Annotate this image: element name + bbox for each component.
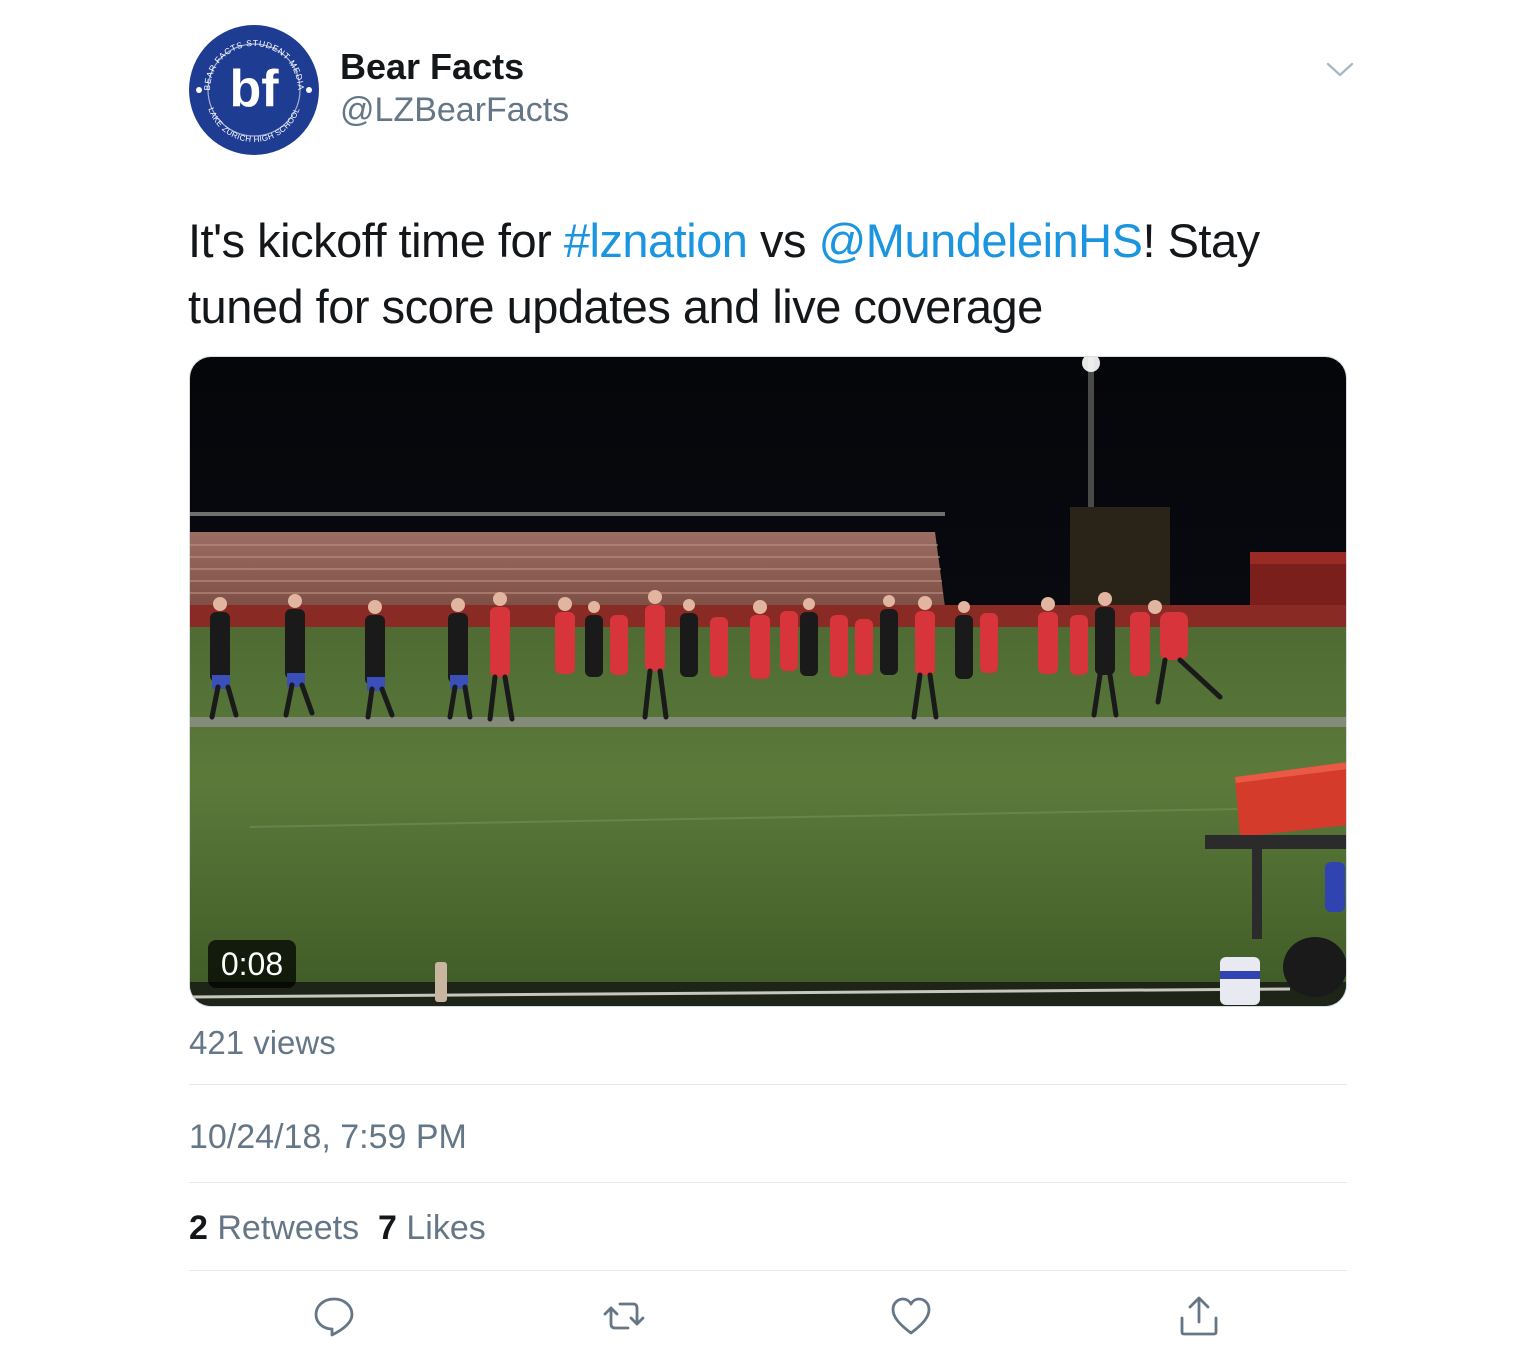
engagement-stats: 2 Retweets 7 Likes bbox=[189, 1207, 486, 1249]
avatar-monogram: bf bbox=[229, 60, 279, 118]
display-name[interactable]: Bear Facts bbox=[340, 46, 524, 88]
view-count: 421 views bbox=[189, 1024, 336, 1061]
hashtag-link[interactable]: #lznation bbox=[564, 214, 748, 267]
avatar[interactable]: BEAR FACTS STUDENT MEDIA LAKE ZURICH HIG… bbox=[188, 24, 320, 156]
tweet-timestamp[interactable]: 10/24/18, 7:59 PM bbox=[189, 1116, 467, 1158]
mention-link[interactable]: @MundeleinHS bbox=[819, 214, 1143, 267]
user-handle[interactable]: @LZBearFacts bbox=[340, 90, 569, 130]
likes-stat[interactable]: 7 Likes bbox=[378, 1209, 486, 1247]
reply-icon[interactable] bbox=[312, 1294, 356, 1338]
video-thumbnail bbox=[190, 357, 1346, 1006]
tweet-text: It's kickoff time for #lznation vs @Mund… bbox=[188, 208, 1348, 340]
likes-count: 7 bbox=[378, 1209, 397, 1247]
divider bbox=[189, 1182, 1347, 1183]
video-duration-badge: 0:08 bbox=[208, 940, 296, 988]
retweets-label: Retweets bbox=[217, 1209, 360, 1247]
likes-label: Likes bbox=[406, 1209, 486, 1247]
retweets-count: 2 bbox=[189, 1209, 208, 1247]
retweets-stat[interactable]: 2 Retweets bbox=[189, 1209, 359, 1247]
like-icon[interactable] bbox=[889, 1294, 933, 1338]
tweet-text-part: It's kickoff time for bbox=[188, 214, 564, 267]
tweet-text-part: vs bbox=[747, 214, 819, 267]
video-player[interactable] bbox=[189, 356, 1347, 1007]
chevron-down-icon[interactable] bbox=[1322, 54, 1358, 84]
divider bbox=[189, 1270, 1347, 1271]
divider bbox=[189, 1084, 1347, 1085]
share-icon[interactable] bbox=[1177, 1294, 1221, 1338]
retweet-icon[interactable] bbox=[602, 1294, 646, 1338]
